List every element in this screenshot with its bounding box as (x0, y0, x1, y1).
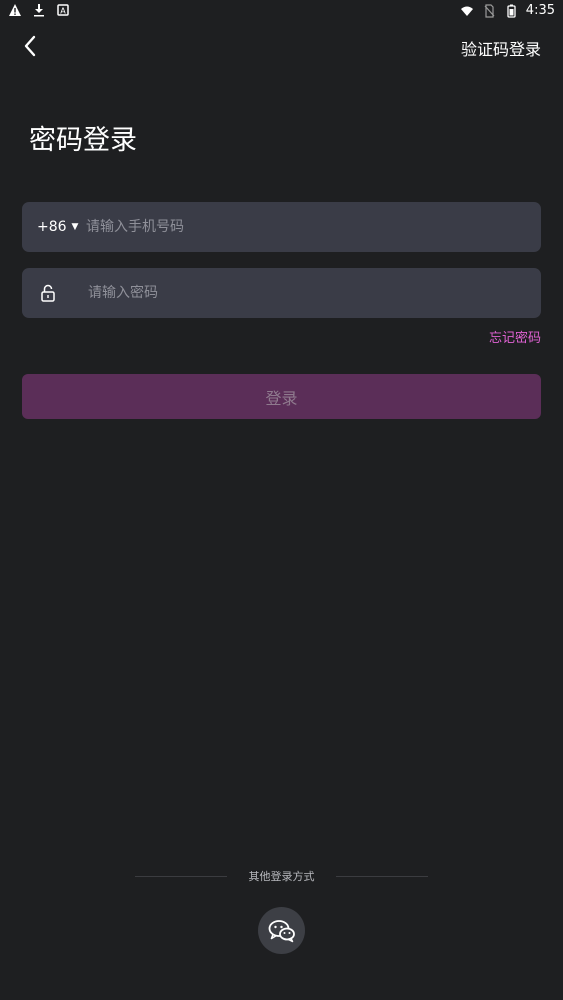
status-time: 4:35 (525, 3, 555, 18)
country-code-select[interactable]: +86 ▼ (37, 202, 78, 252)
wechat-icon (268, 919, 295, 942)
status-right-icons: 4:35 (460, 3, 555, 18)
back-button[interactable] (16, 32, 44, 60)
app-notification-icon: A (57, 4, 69, 16)
page-title: 密码登录 (29, 125, 137, 156)
divider-line-right (336, 875, 428, 877)
divider-line-left (135, 875, 227, 877)
phone-field: +86 ▼ (22, 202, 541, 252)
wechat-login-button[interactable] (258, 907, 305, 954)
country-code-value: +86 (37, 219, 67, 235)
login-button[interactable]: 登录 (22, 374, 541, 419)
no-sim-icon (484, 3, 495, 18)
chevron-left-icon (24, 35, 36, 57)
other-login-divider: 其他登录方式 (135, 867, 428, 885)
status-bar: A 4:35 (0, 0, 563, 24)
password-input[interactable] (88, 268, 528, 318)
sms-code-login-link[interactable]: 验证码登录 (461, 36, 541, 60)
phone-input[interactable] (86, 202, 526, 252)
warning-icon (9, 4, 21, 16)
wifi-icon (460, 6, 473, 16)
forgot-password-link[interactable]: 忘记密码 (489, 327, 541, 346)
other-login-label: 其他登录方式 (248, 870, 315, 883)
caret-down-icon: ▼ (71, 222, 79, 232)
status-left-icons: A (8, 3, 70, 17)
battery-icon (507, 4, 516, 18)
download-icon (34, 4, 44, 17)
svg-text:A: A (60, 7, 66, 16)
lock-icon (41, 284, 55, 302)
password-field (22, 268, 541, 318)
